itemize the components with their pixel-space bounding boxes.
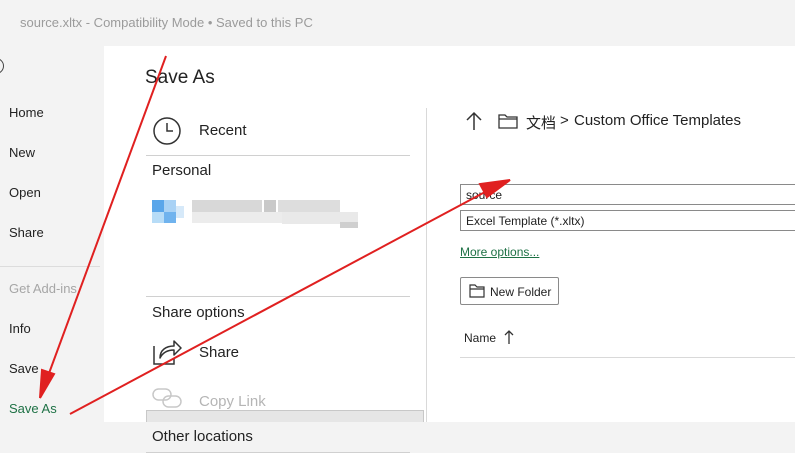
- filename-input[interactable]: source: [460, 184, 795, 205]
- nav-open[interactable]: Open: [9, 185, 41, 200]
- divider: [146, 155, 410, 156]
- new-folder-button[interactable]: New Folder: [460, 277, 559, 305]
- page-title: Save As: [145, 67, 215, 88]
- up-arrow-icon[interactable]: [466, 111, 482, 131]
- path-current-folder[interactable]: Custom Office Templates: [574, 112, 741, 129]
- nav-info[interactable]: Info: [9, 321, 31, 336]
- column-name-label: Name: [464, 331, 497, 345]
- new-folder-icon: [469, 284, 485, 298]
- nav-divider: [0, 266, 100, 267]
- blurred-account-image: [152, 200, 358, 228]
- window-title: source.xltx - Compatibility Mode • Saved…: [20, 15, 313, 30]
- nav-get-addins: Get Add-ins: [9, 281, 77, 296]
- clock-icon: [153, 117, 181, 145]
- other-location-item[interactable]: [146, 410, 424, 422]
- more-options-link[interactable]: More options...: [460, 245, 539, 259]
- panel-divider: [426, 108, 427, 422]
- back-arrow-icon[interactable]: [0, 58, 4, 74]
- link-icon: [152, 388, 182, 408]
- backstage-sidebar: Home New Open Share Get Add-ins Info Sav…: [0, 46, 104, 422]
- share-icon: [153, 340, 182, 365]
- location-share[interactable]: Share: [146, 330, 410, 370]
- folder-icon: [498, 114, 518, 129]
- other-locations-heading: Other locations: [152, 428, 253, 445]
- nav-home[interactable]: Home: [9, 105, 44, 120]
- nav-save-as[interactable]: Save As: [9, 401, 57, 416]
- share-options-heading: Share options: [152, 304, 245, 321]
- divider: [146, 296, 410, 297]
- title-bar: source.xltx - Compatibility Mode • Saved…: [0, 0, 795, 46]
- sort-arrow-icon: [504, 330, 514, 344]
- path-separator: >: [560, 112, 569, 129]
- save-as-panel: Save As Recent Personal Share options Sh…: [104, 46, 795, 453]
- location-copy-link-label: Copy Link: [199, 393, 266, 410]
- location-share-label: Share: [199, 344, 240, 361]
- filetype-select[interactable]: Excel Template (*.xltx): [460, 210, 795, 231]
- column-header-name[interactable]: Name: [464, 330, 514, 345]
- location-recent-label: Recent: [199, 122, 247, 139]
- nav-new[interactable]: New: [9, 145, 35, 160]
- new-folder-label: New Folder: [490, 285, 552, 299]
- path-documents[interactable]: 文档: [526, 112, 556, 133]
- column-header-line: [460, 357, 795, 358]
- personal-account[interactable]: [146, 186, 410, 246]
- location-recent[interactable]: Recent: [146, 104, 410, 154]
- nav-share[interactable]: Share: [9, 225, 44, 240]
- nav-save[interactable]: Save: [9, 361, 39, 376]
- personal-heading: Personal: [152, 162, 212, 179]
